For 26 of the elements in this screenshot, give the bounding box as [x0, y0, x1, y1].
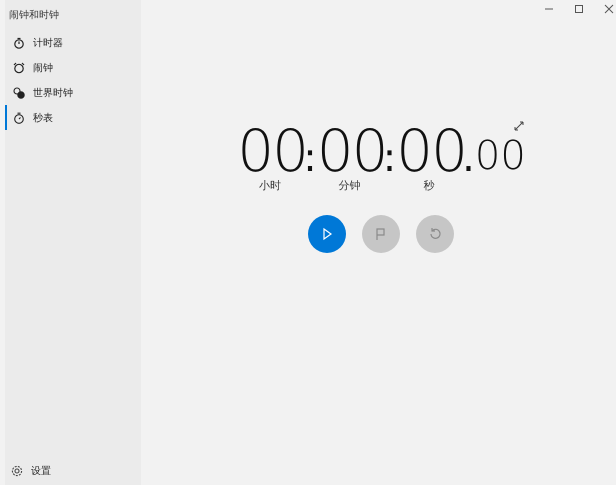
time-digits: 00 [396, 122, 462, 180]
sidebar-item[interactable]: 秒表 [5, 105, 141, 130]
close-icon[interactable] [604, 4, 614, 14]
flag-icon [374, 227, 388, 241]
sidebar-item[interactable]: 世界时钟 [5, 80, 141, 105]
reset-icon [428, 227, 442, 241]
sidebar-item[interactable]: 计时器 [5, 30, 141, 55]
settings-icon [11, 465, 23, 477]
time-unit-label: 秒 [422, 178, 436, 193]
time-separator: . [462, 138, 475, 178]
fraction-digits: 00 [474, 136, 526, 176]
time-digits: 00 [316, 122, 383, 180]
time-unit-label: 小时 [258, 178, 282, 193]
stopwatch-icon [13, 112, 25, 124]
time-separator: : [303, 138, 317, 178]
settings-item[interactable]: 设置 [5, 463, 141, 485]
maximize-icon[interactable] [574, 4, 584, 14]
time-separator: : [382, 138, 396, 178]
sidebar-item[interactable]: 闹钟 [5, 55, 141, 80]
app-title: 闹钟和时钟 [8, 8, 60, 23]
time-unit-label: 分钟 [338, 178, 362, 193]
timer-icon [13, 36, 25, 48]
time-digits: 00 [237, 122, 304, 180]
expand-icon[interactable] [514, 121, 524, 131]
alarm-clock-icon [13, 62, 25, 74]
start-button[interactable] [308, 215, 346, 253]
